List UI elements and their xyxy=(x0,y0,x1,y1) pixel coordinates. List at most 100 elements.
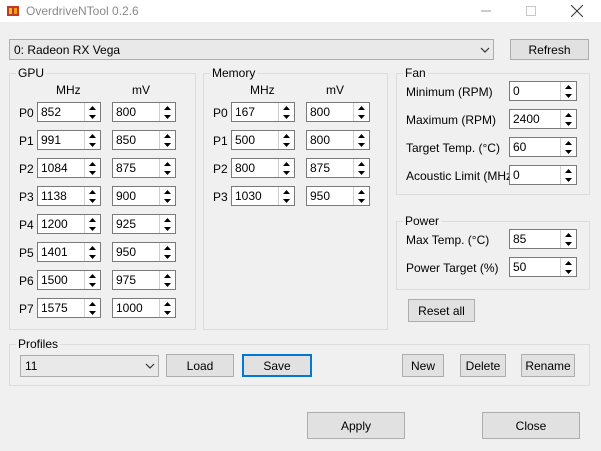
spin-up-button[interactable] xyxy=(561,230,576,239)
gpu-mhz-field-input[interactable] xyxy=(38,243,84,261)
memory-mhz-field-input[interactable] xyxy=(232,187,278,205)
spin-up-button[interactable] xyxy=(160,243,175,252)
spin-up-button[interactable] xyxy=(354,103,369,112)
spin-up-button[interactable] xyxy=(561,110,576,119)
spin-down-button[interactable] xyxy=(85,224,100,233)
gpu-mv-field[interactable] xyxy=(112,298,176,318)
delete-profile-button[interactable]: Delete xyxy=(460,354,506,377)
spin-down-button[interactable] xyxy=(85,112,100,121)
gpu-mhz-field-input[interactable] xyxy=(38,103,84,121)
spin-down-button[interactable] xyxy=(160,280,175,289)
new-profile-button[interactable]: New xyxy=(402,354,444,377)
spin-up-button[interactable] xyxy=(354,187,369,196)
spin-down-button[interactable] xyxy=(561,119,576,128)
spin-up-button[interactable] xyxy=(85,131,100,140)
power-field[interactable] xyxy=(509,257,577,277)
spin-down-button[interactable] xyxy=(561,239,576,248)
memory-mhz-field[interactable] xyxy=(231,186,295,206)
spin-down-button[interactable] xyxy=(561,147,576,156)
fan-field[interactable] xyxy=(509,81,577,101)
memory-mhz-field-input[interactable] xyxy=(232,103,278,121)
spin-down-button[interactable] xyxy=(160,196,175,205)
refresh-button[interactable]: Refresh xyxy=(510,39,589,60)
gpu-mhz-field[interactable] xyxy=(37,102,101,122)
gpu-mhz-field[interactable] xyxy=(37,186,101,206)
memory-mv-field-input[interactable] xyxy=(307,103,353,121)
gpu-mv-field-input[interactable] xyxy=(113,103,159,121)
close-window-button[interactable] xyxy=(554,0,600,22)
gpu-mhz-field[interactable] xyxy=(37,130,101,150)
gpu-mv-field-input[interactable] xyxy=(113,215,159,233)
spin-down-button[interactable] xyxy=(279,112,294,121)
spin-down-button[interactable] xyxy=(85,168,100,177)
gpu-mv-field-input[interactable] xyxy=(113,187,159,205)
spin-up-button[interactable] xyxy=(85,159,100,168)
spin-up-button[interactable] xyxy=(354,159,369,168)
spin-down-button[interactable] xyxy=(85,280,100,289)
memory-mv-field[interactable] xyxy=(306,102,370,122)
gpu-mhz-field[interactable] xyxy=(37,158,101,178)
spin-up-button[interactable] xyxy=(561,166,576,175)
power-field-input[interactable] xyxy=(510,258,560,276)
power-field-input[interactable] xyxy=(510,230,560,248)
spin-down-button[interactable] xyxy=(160,112,175,121)
spin-up-button[interactable] xyxy=(561,138,576,147)
gpu-mv-field[interactable] xyxy=(112,158,176,178)
memory-mhz-field[interactable] xyxy=(231,130,295,150)
spin-down-button[interactable] xyxy=(160,224,175,233)
memory-mv-field[interactable] xyxy=(306,158,370,178)
profile-select[interactable]: 11 xyxy=(20,355,159,377)
fan-field-input[interactable] xyxy=(510,138,560,156)
gpu-mv-field[interactable] xyxy=(112,214,176,234)
fan-field[interactable] xyxy=(509,165,577,185)
gpu-mv-field[interactable] xyxy=(112,102,176,122)
memory-mv-field-input[interactable] xyxy=(307,187,353,205)
gpu-mhz-field[interactable] xyxy=(37,242,101,262)
fan-field[interactable] xyxy=(509,137,577,157)
spin-down-button[interactable] xyxy=(85,196,100,205)
fan-field-input[interactable] xyxy=(510,166,560,184)
spin-down-button[interactable] xyxy=(354,140,369,149)
minimize-button[interactable] xyxy=(463,0,509,22)
spin-up-button[interactable] xyxy=(85,271,100,280)
spin-down-button[interactable] xyxy=(561,91,576,100)
spin-down-button[interactable] xyxy=(85,252,100,261)
gpu-mhz-field[interactable] xyxy=(37,298,101,318)
memory-mv-field-input[interactable] xyxy=(307,159,353,177)
memory-mhz-field-input[interactable] xyxy=(232,159,278,177)
rename-profile-button[interactable]: Rename xyxy=(521,354,575,377)
spin-up-button[interactable] xyxy=(561,258,576,267)
spin-up-button[interactable] xyxy=(279,159,294,168)
memory-mv-field[interactable] xyxy=(306,130,370,150)
load-profile-button[interactable]: Load xyxy=(166,354,234,377)
gpu-mhz-field-input[interactable] xyxy=(38,271,84,289)
gpu-mv-field-input[interactable] xyxy=(113,131,159,149)
gpu-mhz-field-input[interactable] xyxy=(38,131,84,149)
fan-field-input[interactable] xyxy=(510,110,560,128)
gpu-mv-field-input[interactable] xyxy=(113,159,159,177)
gpu-mhz-field-input[interactable] xyxy=(38,159,84,177)
spin-up-button[interactable] xyxy=(354,131,369,140)
spin-up-button[interactable] xyxy=(160,215,175,224)
close-button[interactable]: Close xyxy=(482,412,580,439)
spin-up-button[interactable] xyxy=(160,131,175,140)
spin-up-button[interactable] xyxy=(85,243,100,252)
spin-up-button[interactable] xyxy=(85,103,100,112)
spin-up-button[interactable] xyxy=(160,299,175,308)
spin-down-button[interactable] xyxy=(354,112,369,121)
power-field[interactable] xyxy=(509,229,577,249)
spin-down-button[interactable] xyxy=(279,196,294,205)
save-profile-button[interactable]: Save xyxy=(242,354,312,377)
gpu-mv-field-input[interactable] xyxy=(113,299,159,317)
spin-down-button[interactable] xyxy=(354,168,369,177)
gpu-mhz-field-input[interactable] xyxy=(38,299,84,317)
gpu-mhz-field-input[interactable] xyxy=(38,215,84,233)
spin-up-button[interactable] xyxy=(85,299,100,308)
gpu-mhz-field[interactable] xyxy=(37,270,101,290)
spin-down-button[interactable] xyxy=(354,196,369,205)
spin-down-button[interactable] xyxy=(561,175,576,184)
spin-up-button[interactable] xyxy=(561,82,576,91)
device-select[interactable]: 0: Radeon RX Vega xyxy=(9,39,494,60)
spin-up-button[interactable] xyxy=(160,159,175,168)
apply-button[interactable]: Apply xyxy=(307,412,405,439)
